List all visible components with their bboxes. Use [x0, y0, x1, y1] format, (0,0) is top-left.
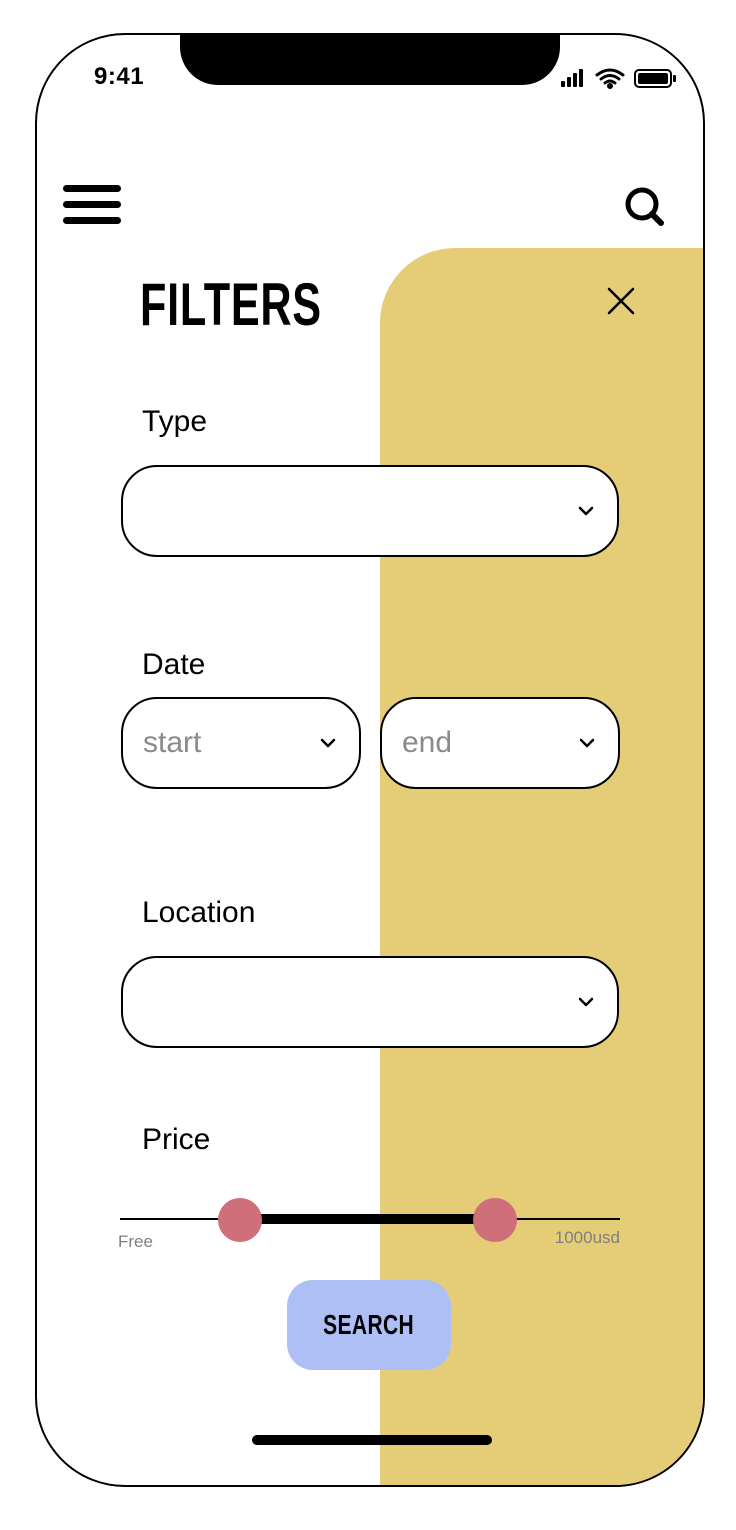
status-icons-svg — [561, 68, 676, 89]
type-label: Type — [142, 405, 208, 438]
phone-frame: 9:41 FILTERS Type Date start end Locatio… — [35, 33, 705, 1487]
price-min-handle[interactable] — [218, 1198, 262, 1242]
location-select[interactable] — [121, 956, 619, 1048]
menu-bar — [63, 201, 121, 208]
date-end-placeholder: end — [402, 726, 453, 759]
chevron-down-icon — [578, 506, 594, 516]
chevron-down-icon — [320, 738, 336, 748]
price-slider[interactable]: Free 1000usd — [118, 1190, 620, 1251]
date-end-select[interactable]: end — [380, 697, 620, 789]
home-indicator — [252, 1435, 492, 1445]
filters-title: FILTERS — [140, 271, 322, 338]
notch — [180, 35, 560, 85]
price-label: Price — [142, 1123, 211, 1156]
status-time: 9:41 — [94, 63, 145, 90]
search-icon[interactable] — [623, 185, 667, 229]
location-label: Location — [142, 896, 256, 929]
chevron-down-icon — [579, 738, 595, 748]
price-slider-range — [240, 1214, 495, 1224]
search-button-label: SEARCH — [323, 1309, 415, 1340]
price-max-label: 1000usd — [554, 1228, 620, 1247]
battery-icon — [634, 69, 676, 88]
search-button[interactable]: SEARCH — [287, 1280, 451, 1370]
date-start-select[interactable]: start — [121, 697, 361, 789]
chevron-down-icon — [578, 997, 594, 1007]
menu-icon[interactable] — [63, 185, 121, 225]
signal-icon — [561, 69, 583, 87]
status-icons — [557, 65, 682, 91]
date-start-placeholder: start — [143, 726, 202, 759]
price-max-handle[interactable] — [473, 1198, 517, 1242]
menu-bar — [63, 185, 121, 192]
close-icon[interactable] — [605, 285, 637, 317]
date-label: Date — [142, 648, 206, 681]
wifi-icon — [595, 68, 625, 89]
menu-bar — [63, 217, 121, 224]
type-select[interactable] — [121, 465, 619, 557]
price-min-label: Free — [118, 1232, 153, 1251]
